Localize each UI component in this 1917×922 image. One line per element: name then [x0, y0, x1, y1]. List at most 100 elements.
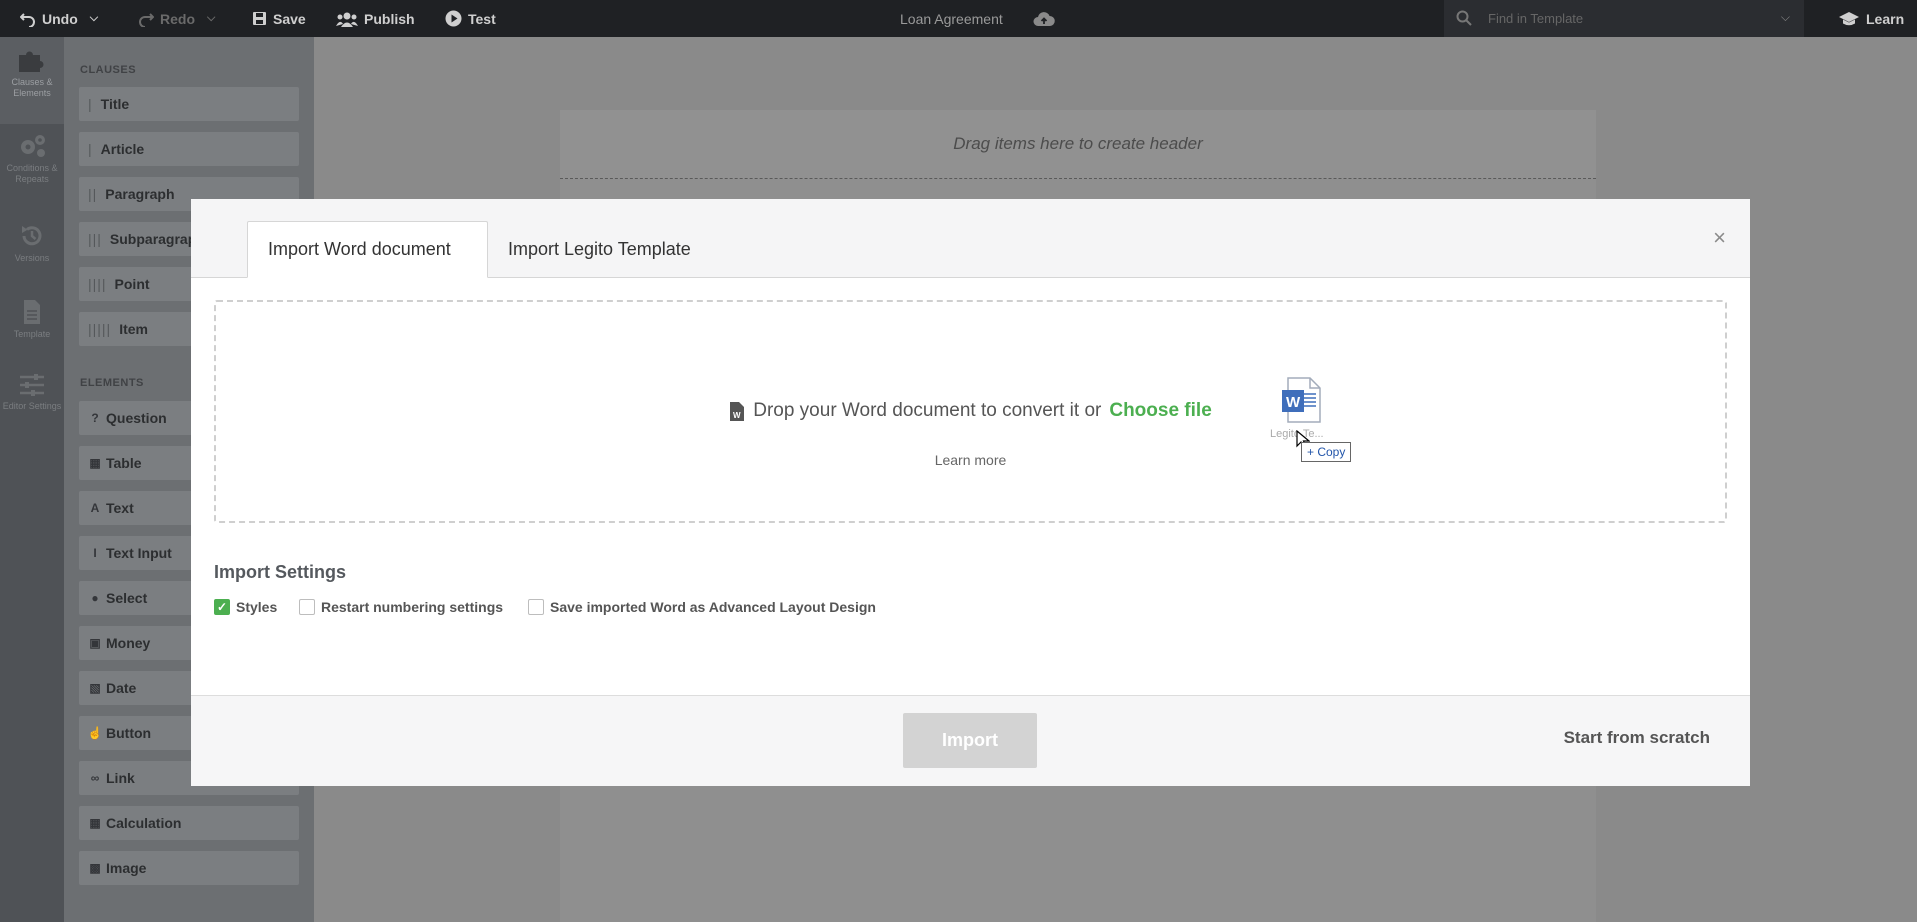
drop-text: Drop your Word document to convert it or	[753, 400, 1102, 421]
palette-item-article[interactable]: | Article	[79, 132, 299, 166]
close-icon[interactable]: ×	[1713, 225, 1726, 251]
elements-section-title: ELEMENTS	[80, 377, 144, 389]
level-3-icon: |||	[88, 231, 102, 247]
word-document-icon: W	[1282, 377, 1321, 423]
rail-label: Template	[13, 329, 51, 339]
text-cursor-icon: I	[93, 546, 97, 560]
palette-item-label: Date	[106, 680, 137, 696]
test-button[interactable]: Test	[445, 0, 496, 37]
learn-label: Learn	[1866, 10, 1905, 27]
link-icon: ∞	[90, 771, 100, 785]
users-icon	[336, 12, 358, 27]
import-button[interactable]: Import	[903, 713, 1037, 768]
palette-item-label: Item	[119, 321, 148, 337]
publish-button[interactable]: Publish	[336, 0, 415, 37]
dialog-footer: Import Start from scratch	[191, 695, 1750, 786]
checkbox-label: Styles	[236, 599, 278, 615]
palette-item-label: Paragraph	[105, 186, 175, 202]
table-icon: ▦	[89, 456, 101, 470]
import-settings-title: Import Settings	[214, 562, 347, 582]
undo-icon	[20, 12, 35, 27]
file-icon	[24, 300, 40, 324]
save-button[interactable]: Save	[252, 0, 306, 37]
template-search: ⌵	[1444, 0, 1804, 37]
question-icon: ?	[91, 411, 99, 425]
palette-item-label: Point	[114, 276, 150, 292]
palette-item-image[interactable]: ▩ Image	[79, 851, 299, 885]
palette-item-label: Link	[106, 770, 135, 786]
level-2-icon: ||	[88, 186, 98, 202]
word-drop-zone[interactable]: W Drop your Word document to convert it …	[214, 300, 1727, 523]
chevron-down-icon[interactable]: ⌵	[207, 12, 215, 25]
search-input[interactable]	[1486, 10, 1770, 27]
rail-label: Conditions & Repeats	[6, 163, 58, 184]
checkbox-box	[299, 599, 315, 615]
palette-item-label: Title	[100, 96, 130, 112]
checkbox-box	[528, 599, 544, 615]
advanced-layout-checkbox[interactable]: Save imported Word as Advanced Layout De…	[528, 599, 876, 615]
svg-text:W: W	[733, 411, 741, 420]
palette-item-label: Image	[106, 860, 147, 876]
copy-badge: + Copy	[1301, 442, 1352, 462]
undo-button[interactable]: Undo ⌵	[20, 0, 98, 37]
search-icon	[1456, 10, 1472, 26]
level-1-icon: |	[88, 141, 93, 157]
text-icon: A	[90, 501, 100, 515]
palette-item-label: Money	[106, 635, 151, 651]
chevron-down-icon[interactable]: ⌵	[90, 12, 98, 25]
save-label: Save	[273, 10, 306, 27]
palette-item-label: Table	[106, 455, 142, 471]
chevron-down-icon[interactable]: ⌵	[1781, 10, 1790, 25]
drop-instructions: W Drop your Word document to convert it …	[216, 400, 1725, 422]
test-label: Test	[468, 10, 496, 27]
history-icon	[22, 226, 42, 246]
save-icon	[253, 12, 266, 25]
tab-import-word[interactable]: Import Word document	[247, 221, 488, 278]
checkmark-icon: ✓	[214, 599, 230, 615]
top-toolbar: Undo ⌵ Redo ⌵ Save Publish Test Loan Agr…	[0, 0, 1917, 37]
choose-file-link[interactable]: Choose file	[1109, 400, 1211, 422]
rail-label: Editor Settings	[2, 401, 62, 411]
redo-label: Redo	[160, 10, 195, 27]
palette-item-label: Button	[106, 725, 152, 741]
rail-item-clauses-elements[interactable]: Clauses & Elements	[0, 37, 64, 124]
redo-button[interactable]: Redo ⌵	[138, 0, 215, 37]
level-4-icon: ||||	[88, 276, 107, 292]
undo-label: Undo	[42, 10, 78, 27]
document-title: Loan Agreement	[900, 0, 1055, 37]
document-title-text: Loan Agreement	[900, 10, 1003, 27]
sliders-icon	[20, 374, 44, 396]
calculator-icon: ▦	[89, 816, 101, 830]
start-from-scratch-link[interactable]: Start from scratch	[1564, 728, 1710, 748]
palette-item-calculation[interactable]: ▦ Calculation	[79, 806, 299, 840]
rail-item-versions[interactable]: Versions	[0, 223, 64, 264]
checkbox-label: Restart numbering settings	[321, 599, 504, 615]
restart-numbering-checkbox[interactable]: Restart numbering settings	[299, 599, 503, 615]
tab-import-legito-template[interactable]: Import Legito Template	[488, 221, 711, 277]
styles-checkbox[interactable]: ✓ Styles	[214, 599, 277, 615]
gears-icon	[21, 135, 45, 157]
word-file-icon: W	[730, 401, 745, 421]
rail-item-editor-settings[interactable]: Editor Settings	[0, 373, 64, 412]
palette-item-label: Text	[106, 500, 134, 516]
calendar-icon: ▧	[89, 681, 101, 695]
header-drop-area[interactable]: Drag items here to create header	[560, 110, 1596, 179]
graduation-cap-icon	[1839, 11, 1859, 25]
level-5-icon: |||||	[88, 321, 112, 337]
play-icon	[445, 10, 462, 27]
learn-button[interactable]: Learn	[1838, 0, 1904, 37]
rail-item-conditions-repeats[interactable]: Conditions & Repeats	[0, 133, 64, 185]
pointer-hand-icon: ☝	[87, 726, 103, 740]
import-dialog: Import Word document Import Legito Templ…	[191, 199, 1750, 786]
rail-item-template[interactable]: Template	[0, 299, 64, 340]
learn-more-link[interactable]: Learn more	[216, 452, 1725, 468]
redo-icon	[139, 12, 154, 27]
palette-item-label: Calculation	[106, 815, 182, 831]
svg-text:W: W	[1286, 394, 1301, 411]
clauses-section-title: CLAUSES	[80, 64, 137, 76]
cloud-upload-icon[interactable]	[1033, 11, 1055, 27]
palette-item-label: Article	[100, 141, 145, 157]
left-navigation-rail: Clauses & Elements Conditions & Repeats …	[0, 37, 64, 922]
palette-item-title[interactable]: | Title	[79, 87, 299, 121]
image-icon: ▩	[89, 861, 101, 875]
